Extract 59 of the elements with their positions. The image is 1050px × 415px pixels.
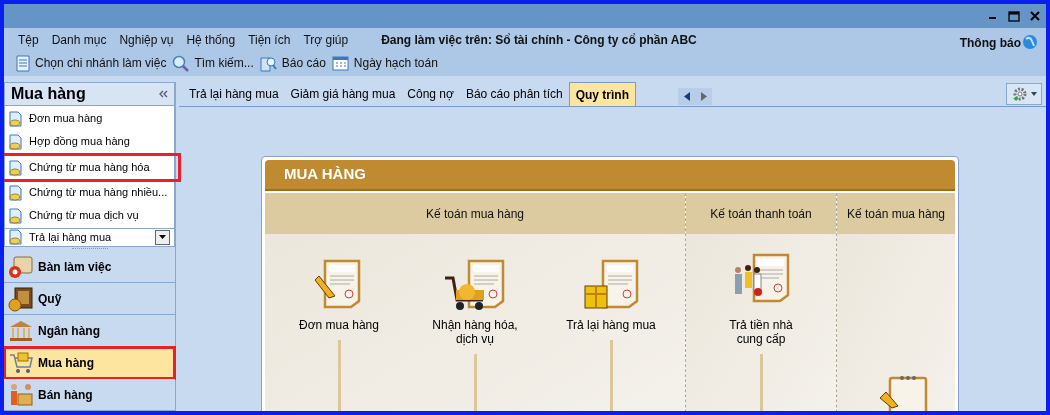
calendar-icon — [331, 55, 349, 71]
toolbar-button[interactable]: Báo cáo — [281, 54, 326, 72]
lane-header: Kế toán mua hàng — [837, 193, 955, 234]
settings-icon — [1011, 86, 1028, 102]
menu-item[interactable]: Nghiệp vụ — [117, 31, 176, 49]
maximize-icon[interactable] — [1008, 10, 1020, 22]
lane-header: Kế toán thanh toán — [686, 193, 836, 234]
menu-item[interactable]: Tệp — [16, 31, 41, 49]
collapse-icon[interactable] — [159, 90, 168, 98]
people-goods-icon — [8, 381, 34, 408]
caret-icon — [159, 235, 166, 240]
scroll-right-icon[interactable] — [700, 92, 707, 101]
document-icon — [16, 54, 30, 72]
step-label[interactable]: Đơn mua hàng — [299, 318, 379, 332]
nav-button[interactable]: Mua hàng — [4, 347, 175, 379]
settings-button[interactable] — [1006, 83, 1042, 105]
tab[interactable]: Báo cáo phân tích — [459, 82, 569, 106]
toolbar-button[interactable]: Chọn chi nhánh làm việc — [35, 54, 167, 72]
safe-icon — [8, 285, 34, 312]
sidebar-item[interactable]: Chứng từ mua dịch vụ — [5, 204, 174, 227]
document-icon — [9, 110, 23, 127]
sidebar-item[interactable]: Chứng từ mua hàng hóa — [4, 156, 178, 179]
menu-item[interactable]: Trợ giúp — [301, 31, 351, 49]
process-title: MUA HÀNG — [284, 164, 366, 185]
document-icon — [9, 184, 23, 201]
tab[interactable]: Quy trình — [568, 82, 636, 106]
toolbar-button[interactable]: Ngày hạch toán — [353, 54, 438, 72]
step-label[interactable]: Nhận hàng hóa, dịch vụ — [432, 318, 518, 346]
scroll-left-icon[interactable] — [683, 92, 690, 101]
sidebar-item[interactable]: Đơn mua hàng — [5, 107, 174, 130]
menu-item[interactable]: Hệ thống — [184, 31, 238, 49]
connector-line — [337, 340, 341, 411]
sidebar-item[interactable]: Chứng từ mua hàng nhiều... — [5, 181, 174, 204]
dropdown-button[interactable] — [155, 229, 170, 245]
sidebar-item[interactable]: Hợp đồng mua hàng — [5, 130, 174, 153]
globe-icon — [1022, 34, 1038, 50]
notification-label[interactable]: Thông báo — [959, 34, 1021, 52]
document-icon — [9, 159, 23, 176]
document-icon — [9, 207, 23, 224]
lane-header: Kế toán mua hàng — [265, 193, 685, 234]
desk-calendar-icon — [8, 253, 34, 280]
search-icon — [172, 54, 190, 72]
report-search-icon — [259, 54, 277, 72]
caret-icon — [1030, 92, 1037, 96]
close-icon[interactable] — [1030, 11, 1040, 21]
step-label[interactable]: Trả lại hàng mua — [566, 318, 656, 332]
document-icon — [9, 229, 23, 246]
shopping-cart-icon — [8, 349, 34, 376]
sidebar-title: Mua hàng — [11, 84, 86, 104]
toolbar-button[interactable]: Tìm kiếm... — [194, 54, 254, 72]
menu-item[interactable]: Tiện ích — [246, 31, 293, 49]
tab[interactable]: Giảm giá hàng mua — [284, 82, 402, 106]
document-icon — [9, 133, 23, 150]
tab[interactable]: Công nợ — [401, 82, 460, 106]
working-on-label: Đang làm việc trên: Sổ tài chính - Công ty cổ phần ABC — [381, 32, 697, 49]
connector-line — [609, 340, 613, 411]
step-label[interactable]: Trả tiền nhà cung cấp — [729, 318, 793, 346]
tab[interactable]: Trả lại hàng mua — [183, 82, 285, 106]
menu-item[interactable]: Danh mục — [49, 31, 109, 49]
